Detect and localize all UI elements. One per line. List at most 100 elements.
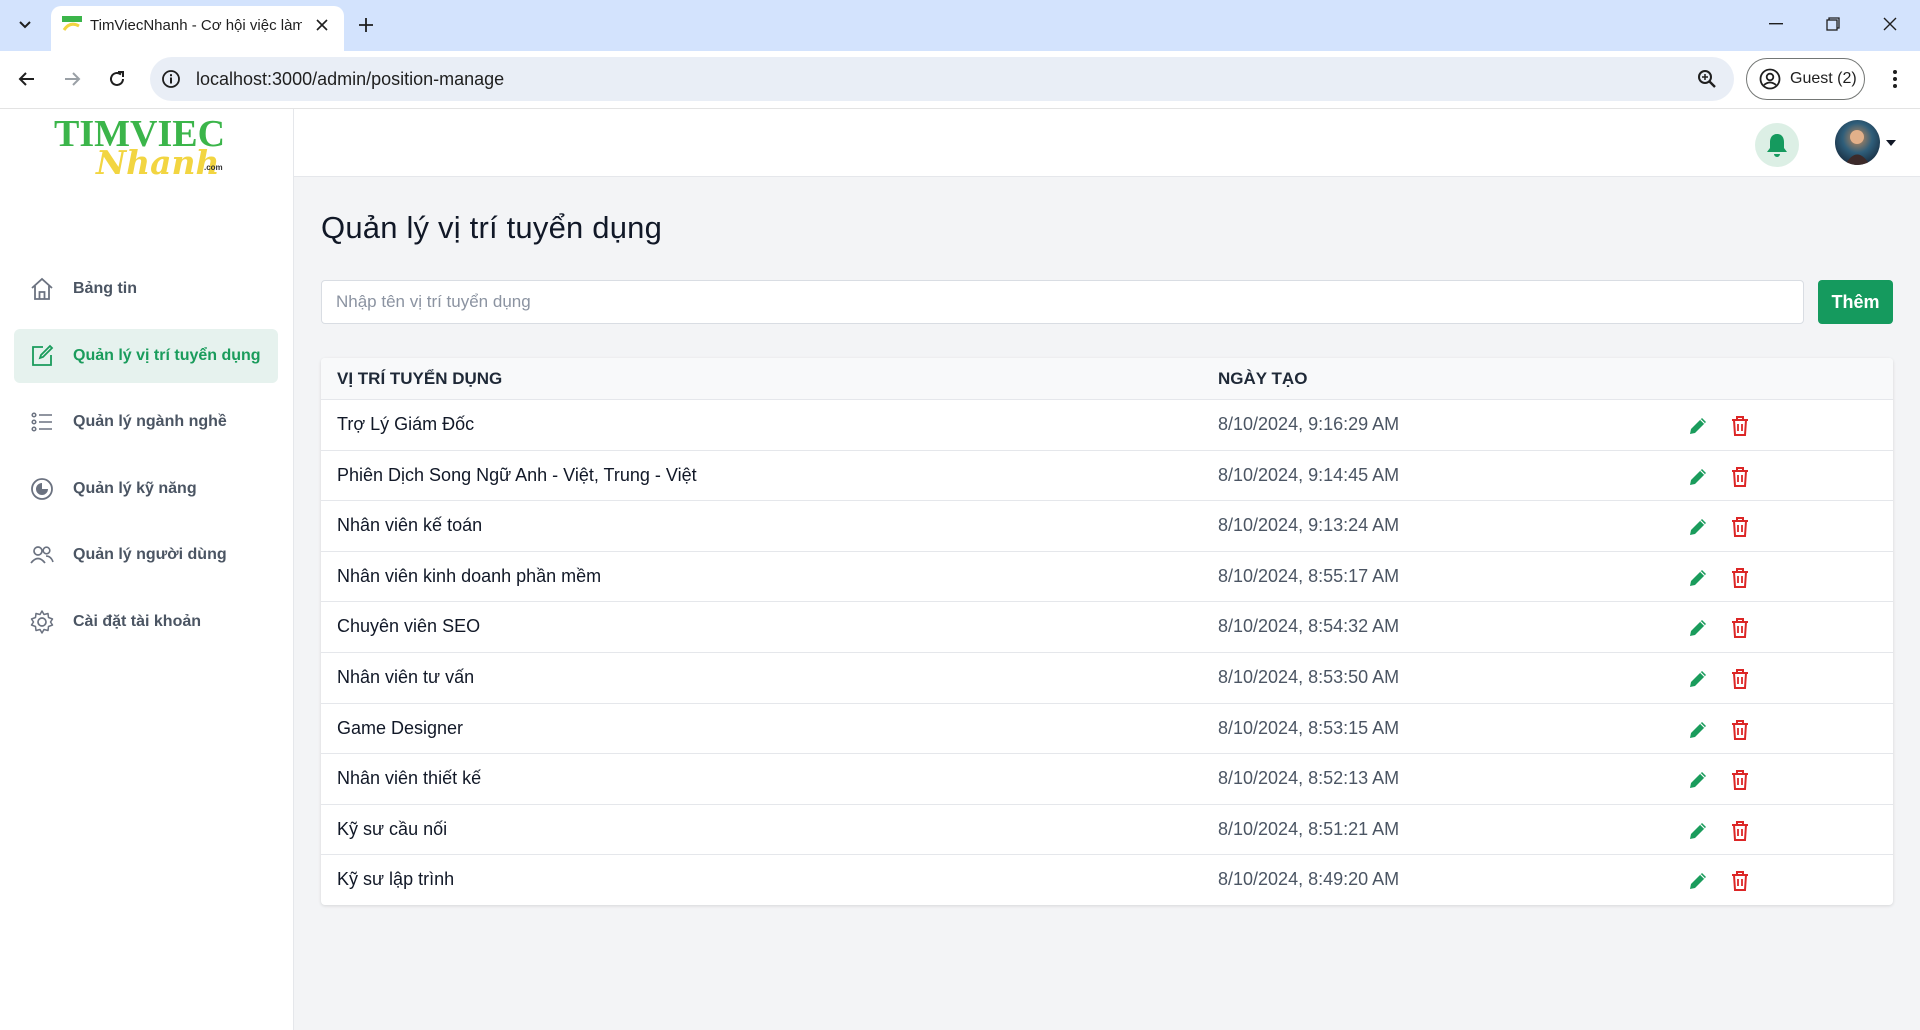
sidebar-item-label: Quản lý ngành nghề: [73, 413, 227, 430]
sidebar-item-dashboard[interactable]: Bảng tin: [14, 262, 278, 316]
search-input[interactable]: [321, 280, 1804, 324]
table-row: Trợ Lý Giám Đốc 8/10/2024, 9:16:29 AM: [321, 399, 1893, 450]
edit-button[interactable]: [1685, 565, 1711, 591]
browser-tab-bar: TimViecNhanh - Cơ hội việc làm: [0, 0, 1920, 51]
sidebar-item-label: Quản lý người dùng: [73, 546, 227, 563]
add-button[interactable]: Thêm: [1818, 280, 1893, 324]
sidebar-item-position-manage[interactable]: Quản lý vị trí tuyển dụng: [14, 328, 278, 383]
table-row: Kỹ sư cầu nối 8/10/2024, 8:51:21 AM: [321, 803, 1893, 855]
edit-button[interactable]: [1685, 514, 1711, 540]
delete-button[interactable]: [1727, 868, 1753, 894]
caret-down-icon[interactable]: [1886, 139, 1896, 147]
minimize-button[interactable]: [1756, 8, 1796, 40]
sidebar-item-account-settings[interactable]: Cài đặt tài khoản: [14, 595, 278, 649]
edit-button[interactable]: [1685, 413, 1711, 439]
delete-button[interactable]: [1727, 818, 1753, 844]
tab-title: TimViecNhanh - Cơ hội việc làm: [90, 17, 302, 34]
created-date: 8/10/2024, 9:16:29 AM: [1218, 414, 1400, 434]
table-row: Chuyên viên SEO 8/10/2024, 8:54:32 AM: [321, 601, 1893, 652]
table-row: Game Designer 8/10/2024, 8:53:15 AM: [321, 702, 1893, 754]
address-bar[interactable]: localhost:3000/admin/position-manage: [150, 57, 1734, 101]
pencil-icon: [1690, 620, 1706, 637]
sidebar-item-label: Quản lý kỹ năng: [73, 479, 197, 497]
position-name: Nhân viên kinh doanh phần mềm: [337, 565, 602, 586]
restore-button[interactable]: [1813, 8, 1853, 40]
trash-icon: [1732, 871, 1748, 892]
sidebar-item-label: Cài đặt tài khoản: [73, 612, 202, 630]
created-date: 8/10/2024, 8:54:32 AM: [1218, 616, 1400, 637]
edit-button[interactable]: [1685, 717, 1711, 743]
tab-close-button[interactable]: [312, 15, 332, 35]
position-name: Nhân viên kế toán: [337, 515, 483, 536]
close-window-button[interactable]: [1870, 8, 1910, 40]
position-name: Nhân viên tư vấn: [337, 667, 475, 687]
logo[interactable]: TIMVIEC Nhanh .com: [52, 114, 242, 184]
trash-icon: [1732, 669, 1748, 689]
trash-icon: [1732, 820, 1748, 841]
table-row: Nhân viên thiết kế 8/10/2024, 8:52:13 AM: [321, 753, 1893, 804]
position-name: Game Designer: [337, 717, 464, 738]
pencil-icon: [1690, 822, 1706, 839]
table-row: Nhân viên kinh doanh phần mềm 8/10/2024, …: [321, 550, 1893, 602]
created-date: 8/10/2024, 8:51:21 AM: [1218, 818, 1400, 839]
pencil-icon: [1690, 772, 1706, 789]
delete-button[interactable]: [1727, 666, 1753, 692]
delete-button[interactable]: [1727, 767, 1753, 793]
minimize-icon: [1769, 23, 1783, 25]
created-date: 8/10/2024, 8:49:20 AM: [1218, 869, 1400, 890]
app-header: [294, 109, 1920, 177]
position-name: Kỹ sư lập trình: [337, 869, 455, 890]
position-name: Phiên Dịch Song Ngữ Anh - Việt, Trung - …: [337, 464, 697, 485]
notification-button[interactable]: [1755, 123, 1799, 167]
sidebar-item-label: Quản lý vị trí tuyển dụng: [73, 346, 261, 364]
account-circle-icon: [1759, 68, 1781, 90]
reload-button[interactable]: [101, 63, 133, 95]
back-button[interactable]: [11, 63, 43, 95]
logo-suffix: .com: [204, 163, 223, 172]
site-info-icon[interactable]: [160, 68, 182, 90]
delete-button[interactable]: [1727, 565, 1753, 591]
pencil-icon: [1690, 873, 1706, 890]
restore-icon: [1826, 17, 1840, 31]
zoom-icon[interactable]: [1696, 68, 1718, 90]
sidebar-item-skill-manage[interactable]: Quản lý kỹ năng: [14, 462, 278, 516]
browser-menu-button[interactable]: [1880, 64, 1910, 94]
close-icon: [316, 19, 328, 31]
delete-button[interactable]: [1727, 615, 1753, 641]
created-date: 8/10/2024, 8:53:50 AM: [1218, 667, 1400, 687]
edit-button[interactable]: [1685, 767, 1711, 793]
more-vertical-icon: [1893, 70, 1897, 88]
edit-square-icon: [28, 342, 56, 370]
sidebar-item-industry-manage[interactable]: Quản lý ngành nghề: [14, 395, 278, 449]
table-row: Phiên Dịch Song Ngữ Anh - Việt, Trung - …: [321, 449, 1893, 501]
new-tab-button[interactable]: [352, 12, 380, 38]
edit-button[interactable]: [1685, 666, 1711, 692]
pencil-icon: [1690, 519, 1706, 536]
trash-icon: [1732, 466, 1748, 487]
sidebar-menu: Bảng tin Quản lý vị trí tuyển dụng Quản …: [14, 262, 278, 661]
avatar[interactable]: [1835, 120, 1880, 165]
table-row: Nhân viên kế toán 8/10/2024, 9:13:24 AM: [321, 500, 1893, 551]
edit-button[interactable]: [1685, 818, 1711, 844]
page-title: Quản lý vị trí tuyển dụng: [321, 210, 663, 245]
pie-chart-icon: [28, 475, 56, 503]
delete-button[interactable]: [1727, 717, 1753, 743]
profile-button[interactable]: Guest (2): [1746, 58, 1865, 100]
reload-icon: [110, 71, 124, 86]
pencil-icon: [1690, 569, 1706, 586]
plus-icon: [359, 18, 373, 32]
tab-search-button[interactable]: [11, 12, 39, 38]
edit-button[interactable]: [1685, 868, 1711, 894]
profile-label: Guest (2): [1790, 70, 1857, 87]
delete-button[interactable]: [1727, 464, 1753, 490]
delete-button[interactable]: [1727, 514, 1753, 540]
arrow-left-icon: [18, 72, 34, 86]
column-header-position: VỊ TRÍ TUYỂN DỤNG: [337, 369, 503, 388]
browser-tab-active[interactable]: TimViecNhanh - Cơ hội việc làm: [51, 6, 344, 51]
forward-button[interactable]: [56, 63, 88, 95]
edit-button[interactable]: [1685, 464, 1711, 490]
delete-button[interactable]: [1727, 413, 1753, 439]
edit-button[interactable]: [1685, 615, 1711, 641]
settings-icon: [28, 608, 56, 636]
sidebar-item-user-manage[interactable]: Quản lý người dùng: [14, 528, 278, 582]
